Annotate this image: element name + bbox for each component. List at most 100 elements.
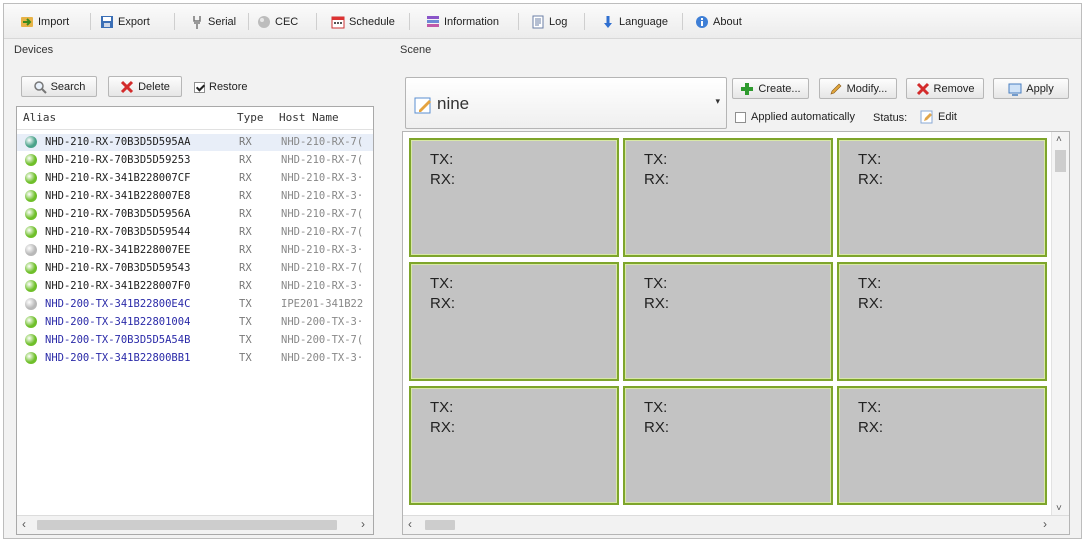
restore-checkbox[interactable]: Restore [194, 81, 248, 93]
scene-tile[interactable]: TX: RX: [623, 386, 833, 505]
table-row[interactable]: NHD-210-RX-341B228007CF RX NHD-210-RX-3· [17, 170, 373, 187]
apply-monitor-icon [1008, 83, 1022, 96]
device-alias: NHD-210-RX-70B3D5D59253 [45, 154, 191, 166]
device-alias: NHD-210-RX-70B3D5D595AA [45, 136, 191, 148]
device-host-name: NHD-210-RX-7( [281, 208, 364, 220]
table-row[interactable]: NHD-210-RX-70B3D5D5956A RX NHD-210-RX-7( [17, 206, 373, 223]
device-host-name: NHD-200-TX-3· [281, 316, 364, 328]
device-type: TX [239, 298, 252, 310]
import-button[interactable]: Import [20, 12, 69, 32]
scroll-up-icon[interactable]: ˄ [1056, 134, 1062, 145]
scene-select[interactable]: nine ▾ [405, 77, 727, 129]
scene-tile[interactable]: TX: RX: [409, 138, 619, 257]
status-dot-icon [25, 136, 37, 148]
table-row[interactable]: NHD-210-RX-70B3D5D595AA RX NHD-210-RX-7( [17, 134, 373, 151]
scene-tile[interactable]: TX: RX: [623, 262, 833, 381]
scrollbar-thumb[interactable] [37, 520, 337, 530]
scene-tile[interactable]: TX: RX: [409, 262, 619, 381]
tile-tx-label: TX: [430, 151, 454, 168]
create-button[interactable]: Create... [732, 78, 809, 99]
delete-x-icon [121, 80, 134, 93]
device-host-name: NHD-210-RX-3· [281, 172, 364, 184]
vertical-scrollbar-thumb[interactable] [1055, 150, 1066, 172]
scene-scrollbar-thumb[interactable] [425, 520, 455, 530]
tile-rx-label: RX: [430, 419, 456, 436]
device-type: RX [239, 154, 252, 166]
applied-automatically-checkbox[interactable]: Applied automatically [735, 111, 855, 123]
status-dot-icon [25, 334, 37, 346]
chevron-down-icon[interactable]: ▾ [715, 96, 720, 107]
cec-button[interactable]: CEC [257, 12, 298, 32]
tile-rx-label: RX: [430, 295, 456, 312]
scene-select-value: nine [437, 94, 470, 113]
table-row[interactable]: NHD-200-TX-341B22800BB1 TX NHD-200-TX-3· [17, 350, 373, 367]
search-icon [33, 80, 47, 94]
status-dot-icon [25, 226, 37, 238]
column-header-host-name[interactable]: Host Name [279, 111, 339, 124]
scene-panel-title: Scene [400, 44, 432, 56]
language-arrow-icon [604, 16, 612, 28]
search-button[interactable]: Search [21, 76, 97, 97]
device-host-name: NHD-200-TX-7( [281, 334, 364, 346]
scene-horizontal-scrollbar[interactable]: ‹ › [403, 515, 1069, 534]
table-row[interactable]: NHD-210-RX-70B3D5D59543 RX NHD-210-RX-7( [17, 260, 373, 277]
applied-automatically-box[interactable] [735, 111, 746, 123]
scene-tile[interactable]: TX: RX: [837, 386, 1047, 505]
serial-button[interactable]: Serial [190, 12, 236, 32]
table-row[interactable]: NHD-210-RX-341B228007E8 RX NHD-210-RX-3· [17, 188, 373, 205]
device-host-name: NHD-210-RX-7( [281, 136, 364, 148]
schedule-button[interactable]: Schedule [331, 12, 395, 32]
app-window: Import Export Serial CEC Schedule Inform… [3, 3, 1082, 539]
scroll-down-icon[interactable]: ˅ [1056, 503, 1062, 514]
scene-tile[interactable]: TX: RX: [837, 262, 1047, 381]
device-type: TX [239, 334, 252, 346]
table-row[interactable]: NHD-200-TX-341B22800E4C TX IPE201-341B22 [17, 296, 373, 313]
device-type: TX [239, 316, 252, 328]
table-row[interactable]: NHD-210-RX-341B228007F0 RX NHD-210-RX-3· [17, 278, 373, 295]
scene-scroll-right-icon[interactable]: › [1043, 517, 1047, 531]
device-type: RX [239, 136, 252, 148]
language-button[interactable]: Language [601, 12, 668, 32]
device-alias: NHD-200-TX-70B3D5D5A54B [45, 334, 191, 346]
scene-tile[interactable]: TX: RX: [409, 386, 619, 505]
apply-button[interactable]: Apply [993, 78, 1069, 99]
devices-horizontal-scrollbar[interactable]: ‹ › [17, 515, 373, 534]
scroll-right-icon[interactable]: › [361, 517, 365, 531]
status-dot-icon [25, 316, 37, 328]
device-host-name: NHD-210-RX-7( [281, 262, 364, 274]
device-alias: NHD-210-RX-70B3D5D59544 [45, 226, 191, 238]
scene-vertical-scrollbar[interactable]: ˄ ˅ [1051, 132, 1069, 516]
table-row[interactable]: NHD-210-RX-70B3D5D59253 RX NHD-210-RX-7( [17, 152, 373, 169]
tile-rx-label: RX: [430, 171, 456, 188]
column-header-alias[interactable]: Alias [23, 111, 56, 124]
restore-checkbox-box[interactable] [194, 81, 205, 93]
table-row[interactable]: NHD-210-RX-70B3D5D59544 RX NHD-210-RX-7( [17, 224, 373, 241]
scene-scroll-left-icon[interactable]: ‹ [408, 517, 412, 531]
remove-button[interactable]: Remove [906, 78, 984, 99]
status-dot-icon [25, 244, 37, 256]
table-row[interactable]: NHD-210-RX-341B228007EE RX NHD-210-RX-3· [17, 242, 373, 259]
delete-button[interactable]: Delete [108, 76, 182, 97]
device-host-name: NHD-210-RX-7( [281, 154, 364, 166]
export-button[interactable]: Export [100, 12, 150, 32]
devices-panel-title: Devices [14, 44, 54, 56]
scene-tile[interactable]: TX: RX: [623, 138, 833, 257]
log-button[interactable]: Log [531, 12, 567, 32]
table-row[interactable]: NHD-200-TX-70B3D5D5A54B TX NHD-200-TX-7( [17, 332, 373, 349]
scene-edit-icon [414, 97, 431, 114]
about-button[interactable]: About [695, 12, 742, 32]
table-row[interactable]: NHD-200-TX-341B22801004 TX NHD-200-TX-3· [17, 314, 373, 331]
scroll-left-icon[interactable]: ‹ [22, 517, 26, 531]
cec-globe-icon [258, 16, 270, 28]
information-button[interactable]: Information [426, 12, 499, 32]
tile-tx-label: TX: [858, 275, 882, 292]
device-alias: NHD-210-RX-70B3D5D5956A [45, 208, 191, 220]
tile-tx-label: TX: [644, 399, 668, 416]
modify-button[interactable]: Modify... [819, 78, 897, 99]
column-header-type[interactable]: Type [237, 111, 264, 124]
device-host-name: NHD-210-RX-3· [281, 244, 364, 256]
device-type: RX [239, 244, 252, 256]
device-alias: NHD-200-TX-341B22801004 [45, 316, 191, 328]
remove-x-icon [916, 82, 929, 95]
scene-tile[interactable]: TX: RX: [837, 138, 1047, 257]
